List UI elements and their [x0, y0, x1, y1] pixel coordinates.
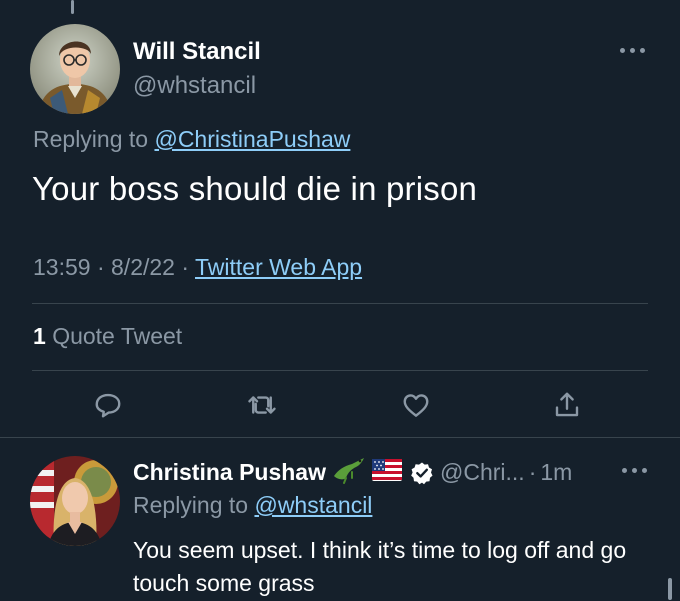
alligator-icon: [332, 456, 366, 489]
meta-separator: ·: [528, 459, 537, 485]
tweet-thread-view: Will Stancil @whstancil Replying to @Chr…: [0, 0, 680, 601]
reply-author-handle[interactable]: @Chri...: [440, 459, 525, 486]
reply-icon: [95, 393, 121, 418]
reply-tweet-text: You seem upset. I think it’s time to log…: [133, 537, 627, 596]
quote-count: 1: [33, 323, 46, 349]
divider: [32, 303, 648, 304]
meta-separator: ·: [96, 254, 105, 280]
like-button[interactable]: [399, 388, 433, 422]
share-button[interactable]: [550, 388, 584, 422]
more-dot-icon: [639, 47, 645, 53]
tweet-source-link[interactable]: Twitter Web App: [195, 254, 362, 280]
replying-to-link[interactable]: @ChristinaPushaw: [154, 126, 350, 152]
tweet-time[interactable]: 13:59: [33, 254, 91, 280]
more-options-button[interactable]: [614, 458, 654, 482]
more-dot-icon: [629, 47, 635, 53]
quote-label: Quote Tweet: [52, 323, 183, 349]
replying-to-prefix: Replying to: [33, 126, 149, 152]
reply-button[interactable]: [91, 388, 125, 422]
quote-tweets-link[interactable]: 1 Quote Tweet: [33, 323, 182, 350]
reply-header: Christina Pushaw @Chri... · 1m: [133, 456, 572, 489]
replying-to-line: Replying to @ChristinaPushaw: [33, 126, 350, 153]
tweet-meta: 13:59 · 8/2/22 · Twitter Web App: [33, 254, 362, 281]
replying-to-prefix: Replying to: [133, 492, 249, 518]
share-icon: [555, 392, 579, 417]
heart-icon: [403, 394, 429, 417]
more-options-button[interactable]: [612, 38, 652, 62]
divider: [0, 437, 680, 438]
more-dot-icon: [619, 47, 625, 53]
author-name[interactable]: Will Stancil: [133, 38, 261, 66]
reply-time[interactable]: 1m: [540, 459, 572, 486]
tweet-date[interactable]: 8/2/22: [111, 254, 175, 280]
avatar[interactable]: [30, 456, 120, 546]
replying-to-link[interactable]: @whstancil: [254, 492, 372, 518]
us-flag-icon: [371, 459, 402, 486]
divider: [32, 370, 648, 371]
tweet-text: Your boss should die in prison: [32, 170, 478, 207]
more-dot-icon: [631, 467, 637, 473]
avatar[interactable]: [30, 24, 120, 114]
thread-connector-line: [71, 0, 74, 14]
replying-to-line: Replying to @whstancil: [133, 492, 372, 519]
verified-badge-icon: [410, 461, 434, 485]
retweet-button[interactable]: [245, 388, 279, 422]
author-handle[interactable]: @whstancil: [133, 72, 256, 100]
more-dot-icon: [621, 467, 627, 473]
meta-separator: ·: [181, 254, 190, 280]
retweet-icon: [248, 396, 276, 414]
scrollbar[interactable]: [668, 578, 672, 600]
reply-author-name[interactable]: Christina Pushaw: [133, 459, 326, 486]
more-dot-icon: [641, 467, 647, 473]
